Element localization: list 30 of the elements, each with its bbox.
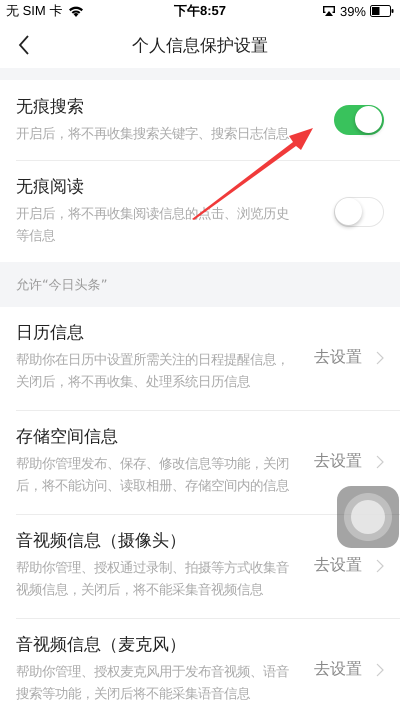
carrier-text: 无 SIM 卡 — [6, 2, 62, 20]
permission-title: 音视频信息（麦克风） — [16, 634, 187, 656]
assistive-touch-button[interactable] — [337, 486, 399, 548]
toggle-switch[interactable] — [334, 105, 384, 135]
setting-description: 开启后，将不再收集搜索关键字、搜索日志信息 — [16, 126, 290, 144]
battery-icon — [370, 5, 394, 17]
setting-title: 无痕搜索 — [16, 96, 85, 118]
chevron-icon — [376, 662, 384, 676]
settings-link[interactable]: 去设置 — [314, 555, 362, 576]
permission-title: 音视频信息（摄像头） — [16, 530, 187, 552]
permission-description: 帮助你管理、授权通过录制、拍摄等方式收集音视频信息，关闭后，将不能采集音视频信息 — [16, 560, 290, 600]
settings-link[interactable]: 去设置 — [314, 659, 362, 680]
wifi-icon — [68, 5, 84, 17]
section-label: 允许“今日头条” — [16, 276, 108, 294]
battery-percent: 39% — [340, 4, 366, 18]
chevron-icon — [376, 350, 384, 364]
clock-text: 下午8:57 — [174, 2, 226, 20]
permission-title: 日历信息 — [16, 322, 85, 344]
permission-description: 帮助你管理发布、保存、修改信息等功能，关闭后，将不能访问、读取相册、存储空间内的信息 — [16, 456, 290, 496]
back-icon[interactable] — [18, 35, 30, 55]
chevron-icon — [376, 454, 384, 468]
permission-description: 帮助你管理、授权麦克风用于发布音视频、语音搜索等功能，关闭后将不能采集语音信息 — [16, 664, 290, 704]
setting-title: 无痕阅读 — [16, 176, 85, 198]
permission-description: 帮助你在日历中设置所需关注的日程提醒信息，关闭后，将不再收集、处理系统日历信息 — [16, 352, 290, 392]
settings-link[interactable]: 去设置 — [314, 347, 362, 368]
settings-link[interactable]: 去设置 — [314, 451, 362, 472]
airplay-icon — [322, 5, 336, 17]
permission-title: 存储空间信息 — [16, 426, 119, 448]
page-title: 个人信息保护设置 — [132, 34, 268, 56]
chevron-icon — [376, 558, 384, 572]
